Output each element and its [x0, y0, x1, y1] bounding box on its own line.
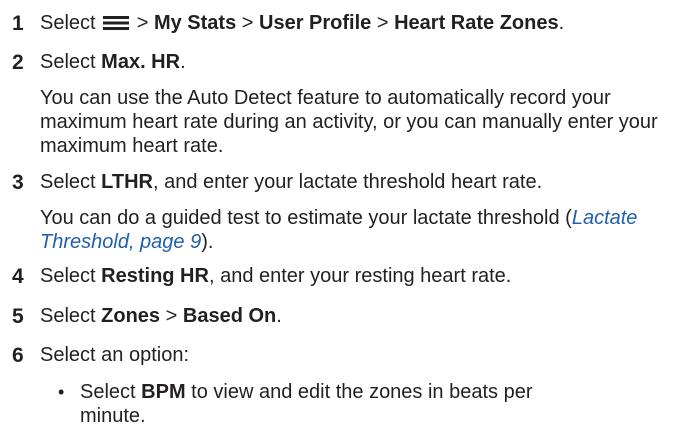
- bullet-verb: Select: [80, 381, 136, 403]
- step-verb: Select: [40, 265, 96, 287]
- step-text: Select an option:: [40, 344, 189, 366]
- menu-icon: [103, 16, 130, 30]
- step-text: Select Resting HR, and enter your restin…: [40, 265, 674, 288]
- step-verb: Select: [40, 51, 96, 73]
- step-rest: , and enter your resting heart rate.: [208, 265, 512, 287]
- step-number: 2: [12, 51, 24, 74]
- menu-item-user-profile: User Profile: [259, 12, 372, 34]
- step-text: Select LTHR, and enter your lactate thre…: [40, 171, 674, 194]
- step-text: Select Max. HR.: [40, 51, 674, 74]
- step-number: 3: [12, 171, 24, 194]
- note-text: You can do a guided test to estimate you…: [40, 207, 572, 229]
- path-separator: >: [165, 305, 178, 327]
- instruction-page: 1 Select > My Stats > User Profile > Hea…: [0, 0, 678, 427]
- menu-item-max-hr: Max. HR: [101, 51, 181, 73]
- menu-item-resting-hr: Resting HR: [101, 265, 209, 287]
- step-verb: Select: [40, 305, 96, 327]
- step-2-note: You can use the Auto Detect feature to a…: [40, 87, 658, 157]
- note-text-end: ).: [201, 231, 214, 253]
- path-separator: >: [376, 12, 389, 34]
- step-text: Select Zones > Based On.: [40, 305, 674, 328]
- menu-item-heart-rate-zones: Heart Rate Zones: [394, 12, 559, 34]
- page-reference-link[interactable]: , page 9: [129, 231, 201, 253]
- menu-item-lthr: LTHR: [101, 171, 153, 193]
- step-number: 6: [12, 344, 24, 367]
- step-number: 4: [12, 265, 24, 288]
- path-separator: >: [241, 12, 254, 34]
- step-rest: , and enter your lactate threshold heart…: [153, 171, 543, 193]
- sentence-end: .: [558, 12, 565, 34]
- menu-item-based-on: Based On: [182, 305, 277, 327]
- bullet-marker: •: [58, 382, 65, 402]
- step-text: Select > My Stats > User Profile > Heart…: [40, 12, 674, 35]
- menu-item-zones: Zones: [101, 305, 161, 327]
- step-verb: Select: [40, 171, 96, 193]
- menu-item-my-stats: My Stats: [153, 12, 237, 34]
- sentence-end: .: [180, 51, 186, 73]
- option-bpm: BPM: [141, 381, 186, 403]
- bullet-item-bpm: Select BPM to view and edit the zones in…: [80, 380, 600, 428]
- step-verb: Select: [40, 12, 96, 34]
- step-3-note: You can do a guided test to estimate you…: [40, 206, 670, 254]
- sentence-end: .: [276, 305, 282, 327]
- path-separator: >: [136, 12, 149, 34]
- step-number: 1: [12, 12, 24, 35]
- step-number: 5: [12, 305, 24, 328]
